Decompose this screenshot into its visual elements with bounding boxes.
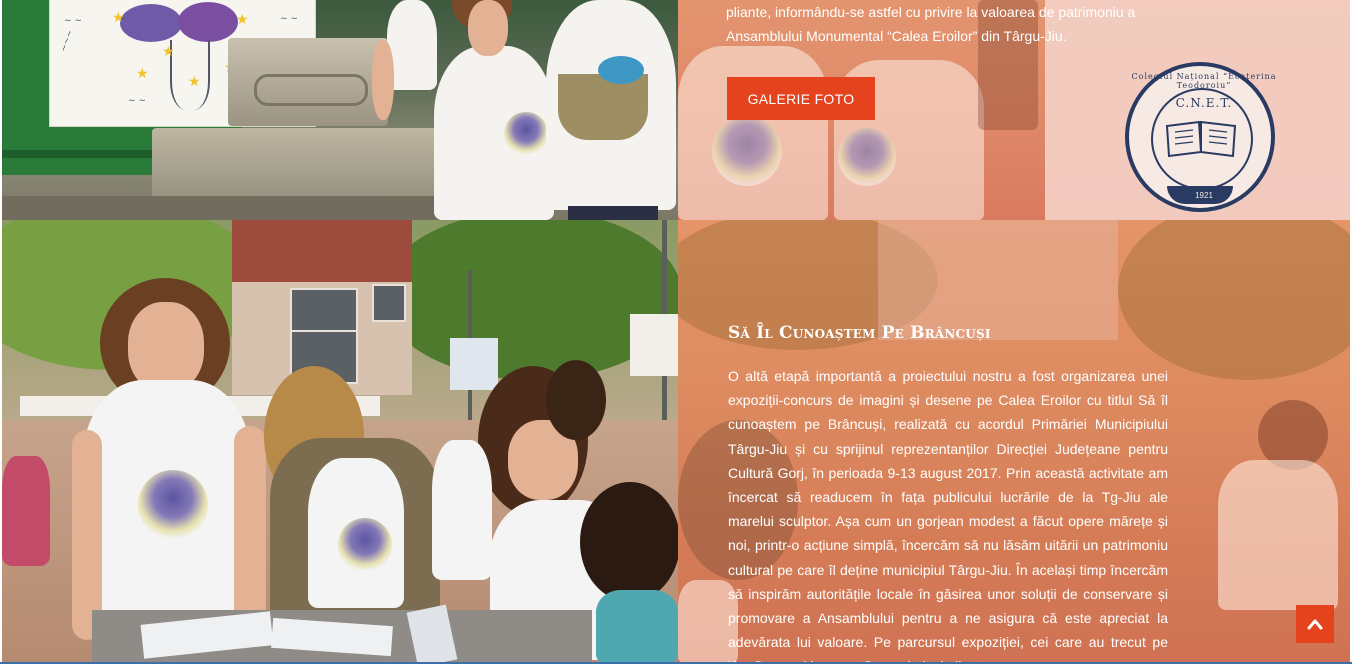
section-body-text: O altă etapă importantă a proiectului no… <box>728 368 1168 664</box>
top-block: pliante, informându-se astfel cu privire… <box>726 0 1174 48</box>
photo-exhibition-table <box>2 220 678 664</box>
page-content: ★ ★ ★ ★ ★ ★ ~~~ ~ ~ ~ ~ ~ ~ ~ ~ <box>2 0 1350 664</box>
chevron-up-icon <box>1307 619 1323 630</box>
photo-gallery-button[interactable]: GALERIE FOTO <box>727 77 875 120</box>
seal-initials: C.N.E.T. <box>1175 96 1233 110</box>
book-icon <box>1165 120 1237 158</box>
top-block-text: pliante, informându-se astfel cu privire… <box>726 4 1136 44</box>
photo-students-poster: ★ ★ ★ ★ ★ ★ ~~~ ~ ~ ~ ~ ~ ~ ~ ~ <box>2 0 678 220</box>
scroll-to-top-button[interactable] <box>1296 605 1334 643</box>
seal-ring-text: Colegiul Național “Ecaterina Teodoroiu” <box>1131 72 1277 90</box>
school-seal-icon: Colegiul Național “Ecaterina Teodoroiu” … <box>1125 62 1275 212</box>
seal-year: 1921 <box>1195 191 1213 200</box>
section-title: Să Îl Cunoaștem Pe Brâncuși <box>728 323 991 343</box>
